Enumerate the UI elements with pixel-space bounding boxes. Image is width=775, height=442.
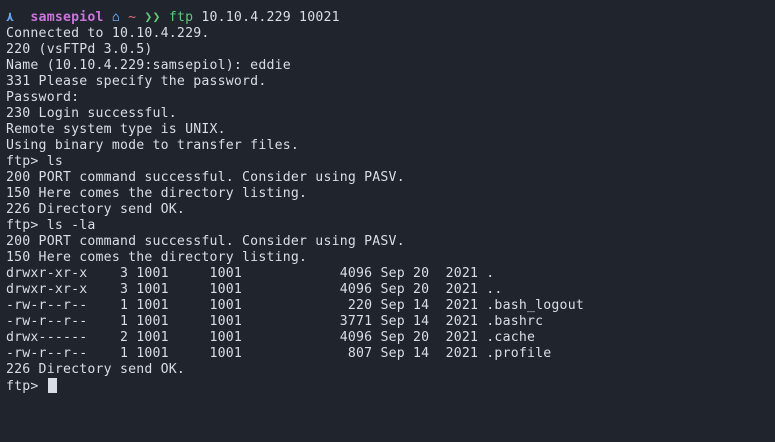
listing-links: 2: [87, 330, 129, 345]
listing-name: ..: [478, 282, 503, 297]
arch-arrow-icon: ⋏: [6, 10, 15, 25]
listing-day: 14: [404, 298, 430, 313]
listing-month: Sep: [372, 330, 405, 345]
listing-month: Sep: [372, 266, 405, 281]
listing-group: 1001: [201, 330, 275, 345]
ftp-prompt-line[interactable]: ftp>: [6, 378, 775, 394]
terminal-output: Connected to 10.10.4.229. 220 (vsFTPd 3.0…: [6, 26, 775, 266]
listing-links: 3: [87, 282, 129, 297]
output-line: 230 Login successful.: [6, 106, 177, 121]
listing-month: Sep: [372, 346, 405, 361]
listing-size: 3771: [274, 314, 373, 329]
listing-name: .bashrc: [478, 314, 544, 329]
listing-year: 2021: [429, 314, 479, 329]
prompt-username: samsepiol: [30, 10, 104, 25]
output-line: Remote system type is UNIX.: [6, 122, 226, 137]
output-line: 200 PORT command successful. Consider us…: [6, 170, 405, 185]
output-line: 150 Here comes the directory listing.: [6, 250, 308, 265]
listing-group: 1001: [201, 346, 275, 361]
listing-month: Sep: [372, 314, 405, 329]
listing-year: 2021: [429, 330, 479, 345]
listing-day: 14: [404, 314, 430, 329]
prompt-command: ftp: [168, 10, 194, 25]
output-line: Password:: [6, 90, 80, 105]
listing-row: -rw-r--r-- 1 1001 1001 807 Sep 14 2021 .…: [6, 346, 775, 362]
listing-row: -rw-r--r-- 1 1001 1001 3771 Sep 14 2021 …: [6, 314, 775, 330]
listing-year: 2021: [429, 298, 479, 313]
prompt-chevron-icon: ❯❯: [144, 10, 161, 25]
listing-perm: drwxr-xr-x: [6, 266, 88, 281]
listing-year: 2021: [429, 282, 479, 297]
output-line: Connected to 10.10.4.229.: [6, 26, 210, 41]
listing-perm: -rw-r--r--: [6, 346, 88, 361]
listing-name: .cache: [478, 330, 536, 345]
listing-perm: -rw-r--r--: [6, 314, 88, 329]
listing-name: .profile: [478, 346, 552, 361]
output-line: 150 Here comes the directory listing.: [6, 186, 308, 201]
output-line: Name (10.10.4.229:samsepiol): eddie: [6, 58, 291, 73]
output-line: 200 PORT command successful. Consider us…: [6, 234, 405, 249]
output-line: ftp> ls -la: [6, 218, 96, 233]
listing-name: .: [478, 266, 495, 281]
text-cursor: [47, 378, 57, 393]
terminal-window[interactable]: ⋏ samsepiol ⌂ ~ ❯❯ ftp 10.10.4.229 10021…: [0, 0, 775, 442]
listing-size: 4096: [274, 282, 373, 297]
listing-owner: 1001: [128, 282, 202, 297]
output-line: Using binary mode to transfer files.: [6, 138, 300, 153]
listing-owner: 1001: [128, 298, 202, 313]
listing-row: drwx------ 2 1001 1001 4096 Sep 20 2021 …: [6, 330, 775, 346]
listing-owner: 1001: [128, 266, 202, 281]
ftp-prompt: ftp>: [6, 379, 47, 394]
directory-listing: drwxr-xr-x 3 1001 1001 4096 Sep 20 2021 …: [6, 266, 775, 362]
listing-day: 20: [404, 330, 430, 345]
output-line: ftp> ls: [6, 154, 63, 169]
listing-owner: 1001: [128, 346, 202, 361]
listing-month: Sep: [372, 298, 405, 313]
home-icon: ⌂: [111, 10, 120, 25]
listing-links: 3: [87, 266, 129, 281]
listing-day: 20: [404, 282, 430, 297]
listing-group: 1001: [201, 298, 275, 313]
listing-perm: drwx------: [6, 330, 88, 345]
prompt-cwd: ~: [128, 10, 137, 25]
listing-year: 2021: [429, 266, 479, 281]
listing-owner: 1001: [128, 314, 202, 329]
listing-size: 807: [274, 346, 373, 361]
listing-links: 1: [87, 314, 129, 329]
listing-owner: 1001: [128, 330, 202, 345]
listing-group: 1001: [201, 282, 275, 297]
listing-perm: -rw-r--r--: [6, 298, 88, 313]
listing-name: .bash_logout: [478, 298, 584, 313]
listing-group: 1001: [201, 266, 275, 281]
listing-day: 20: [404, 266, 430, 281]
prompt-command-args: 10.10.4.229 10021: [201, 10, 340, 25]
output-line: 226 Directory send OK.: [6, 362, 186, 377]
listing-day: 14: [404, 346, 430, 361]
listing-group: 1001: [201, 314, 275, 329]
shell-prompt-line: ⋏ samsepiol ⌂ ~ ❯❯ ftp 10.10.4.229 10021: [6, 10, 775, 26]
listing-row: -rw-r--r-- 1 1001 1001 220 Sep 14 2021 .…: [6, 298, 775, 314]
output-line: 220 (vsFTPd 3.0.5): [6, 42, 153, 57]
listing-row: drwxr-xr-x 3 1001 1001 4096 Sep 20 2021 …: [6, 266, 775, 282]
listing-links: 1: [87, 346, 129, 361]
listing-size: 220: [274, 298, 373, 313]
listing-size: 4096: [274, 330, 373, 345]
listing-row: drwxr-xr-x 3 1001 1001 4096 Sep 20 2021 …: [6, 282, 775, 298]
output-line: 331 Please specify the password.: [6, 74, 267, 89]
output-line: 226 Directory send OK.: [6, 202, 186, 217]
listing-year: 2021: [429, 346, 479, 361]
listing-month: Sep: [372, 282, 405, 297]
listing-links: 1: [87, 298, 129, 313]
listing-size: 4096: [274, 266, 373, 281]
listing-perm: drwxr-xr-x: [6, 282, 88, 297]
